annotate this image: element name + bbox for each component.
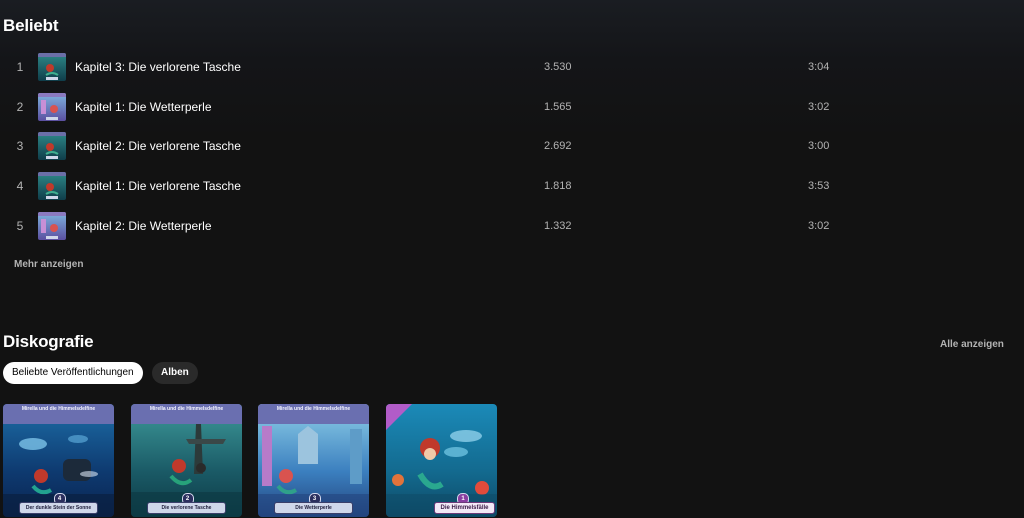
- track-play-count: 1.818: [544, 180, 572, 193]
- album-card[interactable]: 1 Die Himmelsfälle: [386, 404, 497, 517]
- track-play-count: 3.530: [544, 61, 572, 73]
- album-title: Die verlorene Tasche: [147, 502, 226, 514]
- album-series-title: Mirella und die Himmelsdelfine: [276, 406, 351, 412]
- popular-section-title: Beliebt: [3, 16, 59, 35]
- track-cover-image: [38, 53, 66, 81]
- track-cover-image: [38, 92, 66, 121]
- show-all-link[interactable]: Alle anzeigen: [940, 339, 1004, 350]
- album-series-title: Mirella und die Himmelsdelfine: [149, 406, 224, 412]
- track-duration: 3:00: [808, 140, 830, 153]
- show-more-button[interactable]: Mehr anzeigen: [14, 259, 83, 270]
- track-number: 5: [16, 218, 24, 233]
- album-card[interactable]: Mirella und die Himmelsdelfine 2 Die ver…: [131, 404, 242, 517]
- filter-popular-releases[interactable]: Beliebte Veröffentlichungen: [3, 362, 143, 384]
- discography-section-title: Diskografie: [3, 332, 94, 351]
- album-cover-image: [386, 404, 497, 517]
- track-row[interactable]: 5 Kapitel 2: Die Wetterperle 1.332 3:02: [0, 206, 1024, 246]
- track-title[interactable]: Kapitel 2: Die verlorene Tasche: [75, 139, 241, 153]
- album-card[interactable]: Mirella und die Himmelsdelfine 4 Der dun…: [3, 404, 114, 517]
- album-series-title: Mirella und die Himmelsdelfine: [21, 406, 96, 412]
- filter-albums[interactable]: Alben: [152, 362, 198, 384]
- track-cover-image: [38, 211, 66, 240]
- track-number: 3: [16, 139, 24, 154]
- track-number: 1: [16, 60, 24, 74]
- track-duration: 3:04: [808, 61, 830, 73]
- track-title[interactable]: Kapitel 1: Die Wetterperle: [75, 100, 212, 114]
- track-number: 4: [16, 179, 24, 194]
- artist-page: Beliebt 1 Kapitel 3: Die verlorene Tasch…: [0, 0, 1024, 518]
- album-title: Die Himmelsfälle: [434, 502, 495, 514]
- track-row[interactable]: 4 Kapitel 1: Die verlorene Tasche 1.818 …: [0, 166, 1024, 206]
- track-row[interactable]: 2 Kapitel 1: Die Wetterperle 1.565 3:02: [0, 87, 1024, 127]
- track-number: 2: [16, 99, 24, 114]
- track-title[interactable]: Kapitel 2: Die Wetterperle: [75, 219, 212, 233]
- track-title[interactable]: Kapitel 3: Die verlorene Tasche: [75, 60, 241, 74]
- track-title[interactable]: Kapitel 1: Die verlorene Tasche: [75, 179, 241, 193]
- track-cover-image: [38, 132, 66, 161]
- album-title: Der dunkle Stein der Sonne: [19, 502, 98, 514]
- track-row[interactable]: 3 Kapitel 2: Die verlorene Tasche 2.692 …: [0, 126, 1024, 166]
- track-duration: 3:02: [808, 100, 830, 113]
- album-title: Die Wetterperle: [274, 502, 353, 514]
- track-cover-image: [38, 172, 66, 201]
- album-card[interactable]: Mirella und die Himmelsdelfine 3 Die Wet…: [258, 404, 369, 517]
- track-play-count: 1.332: [544, 219, 572, 232]
- track-duration: 3:02: [808, 219, 830, 232]
- track-row[interactable]: 1 Kapitel 3: Die verlorene Tasche 3.530 …: [0, 47, 1024, 87]
- track-play-count: 1.565: [544, 100, 572, 113]
- track-play-count: 2.692: [544, 140, 572, 153]
- popular-track-list: 1 Kapitel 3: Die verlorene Tasche 3.530 …: [0, 47, 1024, 245]
- track-duration: 3:53: [808, 180, 830, 193]
